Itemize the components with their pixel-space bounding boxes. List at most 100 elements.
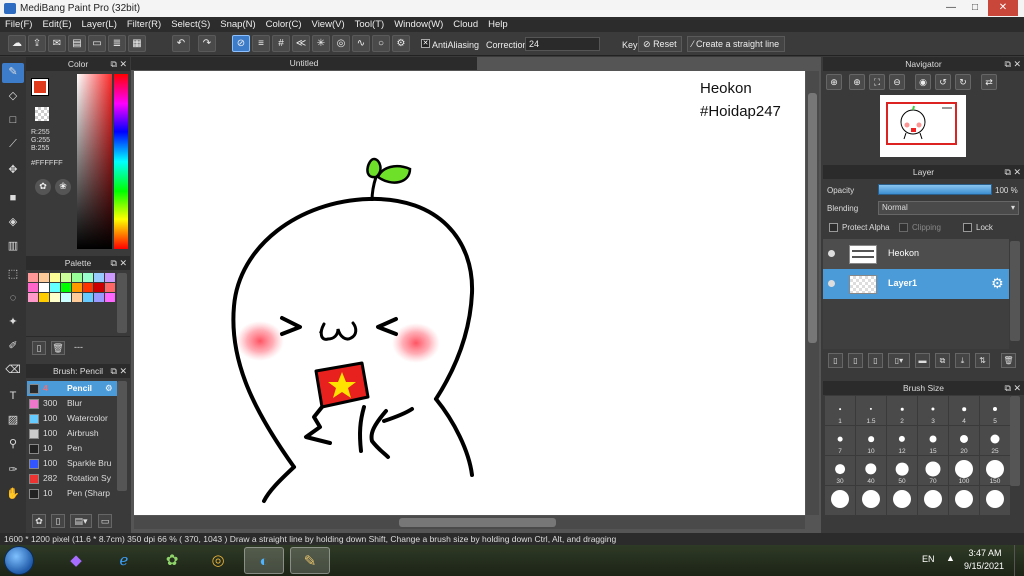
paint-taskbar-icon[interactable]: ✎ bbox=[290, 547, 330, 574]
menu-file[interactable]: File(F) bbox=[0, 17, 37, 32]
dot-tool-icon[interactable]: ⟋ bbox=[2, 135, 24, 155]
palette-swatch[interactable] bbox=[94, 293, 104, 302]
palette-swatch[interactable] bbox=[39, 283, 49, 292]
brush-list-item[interactable]: 300 Blur bbox=[27, 396, 117, 411]
palette-swatch[interactable] bbox=[94, 283, 104, 292]
share-icon[interactable]: ⇪ bbox=[28, 35, 46, 52]
palette-swatch[interactable] bbox=[28, 273, 38, 282]
add-brush-icon[interactable]: ✿ bbox=[32, 514, 46, 528]
transparent-color-swatch[interactable] bbox=[35, 107, 49, 121]
visibility-eye-icon[interactable] bbox=[828, 250, 835, 257]
brush-list-item[interactable]: 282 Rotation Sy bbox=[27, 471, 117, 486]
brush-list-item[interactable]: 100 Airbrush bbox=[27, 426, 117, 441]
concentric-snap-icon[interactable]: ◎ bbox=[332, 35, 350, 52]
new-halftone-layer-icon[interactable]: ▯ bbox=[848, 353, 863, 368]
brush-size-cell[interactable]: 40 bbox=[856, 456, 886, 485]
brush-size-cell[interactable]: 30 bbox=[825, 456, 855, 485]
palette-swatch[interactable] bbox=[61, 293, 71, 302]
brush-page-icon[interactable]: ▯ bbox=[51, 514, 65, 528]
brush-size-cell[interactable] bbox=[949, 486, 979, 515]
brush-list-item[interactable]: 4 Pencil ⚙ bbox=[27, 381, 117, 396]
document-icon[interactable]: ▭ bbox=[88, 35, 106, 52]
chat-icon[interactable]: ▤ bbox=[68, 35, 86, 52]
brush-size-cell[interactable] bbox=[980, 486, 1010, 515]
select-tool-icon[interactable]: ⬚ bbox=[2, 265, 24, 285]
operation-tool-icon[interactable]: ✑ bbox=[2, 461, 24, 481]
start-button-icon[interactable] bbox=[4, 546, 34, 575]
shape-tool-icon[interactable]: □ bbox=[2, 111, 24, 131]
brush-size-cell[interactable]: 5 bbox=[980, 396, 1010, 425]
navigator-thumbnail[interactable] bbox=[880, 95, 966, 157]
palette-swatch[interactable] bbox=[105, 283, 115, 292]
brush-size-cell[interactable]: 2 bbox=[887, 396, 917, 425]
internet-explorer-icon[interactable]: ℯ bbox=[104, 547, 144, 574]
palette-swatch[interactable] bbox=[61, 283, 71, 292]
app-green-icon[interactable]: ✿ bbox=[152, 547, 192, 574]
gradient-tool-icon[interactable]: ▥ bbox=[2, 237, 24, 257]
navigator-view-rect[interactable] bbox=[886, 102, 957, 145]
eyedropper-tool-icon[interactable]: ⚲ bbox=[2, 435, 24, 455]
brush-list-item[interactable]: 10 Pen bbox=[27, 441, 117, 456]
brush-size-cell[interactable]: 12 bbox=[887, 426, 917, 455]
brush-size-cell[interactable] bbox=[918, 486, 948, 515]
close-button[interactable]: ✕ bbox=[988, 0, 1018, 16]
cross-snap-icon[interactable]: # bbox=[272, 35, 290, 52]
move-tool-icon[interactable]: ✥ bbox=[2, 161, 24, 181]
palette-swatch[interactable] bbox=[105, 293, 115, 302]
brush-size-cell[interactable]: 25 bbox=[980, 426, 1010, 455]
tray-time[interactable]: 3:47 AM bbox=[966, 548, 1004, 558]
menu-help[interactable]: Help bbox=[483, 17, 513, 32]
rotate-right-icon[interactable]: ↻ bbox=[955, 74, 971, 90]
zoom-out-icon[interactable]: ⊖ bbox=[889, 74, 905, 90]
palette-swatch[interactable] bbox=[83, 293, 93, 302]
menu-tool[interactable]: Tool(T) bbox=[350, 17, 390, 32]
chrome-icon[interactable]: ◎ bbox=[198, 547, 238, 574]
menu-layer[interactable]: Layer(L) bbox=[77, 17, 122, 32]
maximize-button[interactable]: □ bbox=[964, 0, 986, 16]
palette-swatch[interactable] bbox=[50, 273, 60, 282]
brush-size-cell[interactable]: 10 bbox=[856, 426, 886, 455]
select-pen-tool-icon[interactable]: ✐ bbox=[2, 337, 24, 357]
lock-checkbox[interactable] bbox=[963, 223, 972, 232]
blending-select[interactable]: Normal ▾ bbox=[878, 201, 1019, 215]
new-layer-icon[interactable]: ▯ bbox=[828, 353, 843, 368]
zoom-in-plus-icon[interactable]: ⊕ bbox=[849, 74, 865, 90]
menu-view[interactable]: View(V) bbox=[307, 17, 350, 32]
brush-tool-icon[interactable]: ✎ bbox=[2, 63, 24, 83]
flip-icon[interactable]: ⇄ bbox=[981, 74, 997, 90]
clipping-checkbox[interactable] bbox=[899, 223, 908, 232]
document-tab[interactable]: Untitled bbox=[131, 57, 477, 70]
rotate-left-icon[interactable]: ↺ bbox=[935, 74, 951, 90]
palette-swatch[interactable] bbox=[39, 293, 49, 302]
palette-swatch[interactable] bbox=[83, 283, 93, 292]
layer-add-menu-icon[interactable]: ▯▾ bbox=[888, 353, 910, 368]
palette-swatch[interactable] bbox=[83, 273, 93, 282]
panel-buttons-icon[interactable]: ⧉ ✕ bbox=[111, 256, 127, 270]
drawing-canvas[interactable]: Heokon #Hoidap247 bbox=[134, 71, 805, 515]
palette-swatch[interactable] bbox=[105, 273, 115, 282]
layer-settings-gear-icon[interactable]: ⚙ bbox=[991, 275, 1004, 292]
select-eraser-tool-icon[interactable]: ⌫ bbox=[2, 361, 24, 381]
menu-edit[interactable]: Edit(E) bbox=[37, 17, 76, 32]
palette-swatch[interactable] bbox=[72, 293, 82, 302]
palette-scrollbar[interactable] bbox=[117, 273, 127, 333]
panel-buttons-icon[interactable]: ⧉ ✕ bbox=[111, 364, 127, 378]
brush-size-cell[interactable]: 1.5 bbox=[856, 396, 886, 425]
snap-off-icon[interactable]: ⊘ bbox=[232, 35, 250, 52]
duplicate-layer-icon[interactable]: ⧉ bbox=[935, 353, 950, 368]
new-palette-icon[interactable]: ▯ bbox=[32, 341, 46, 355]
primary-color-swatch[interactable] bbox=[31, 78, 49, 96]
brush-size-cell[interactable]: 1 bbox=[825, 396, 855, 425]
brush-size-cell[interactable] bbox=[856, 486, 886, 515]
reset-button[interactable]: ⊘ Reset bbox=[638, 36, 682, 52]
palette-swatch[interactable] bbox=[39, 273, 49, 282]
palette-swatch[interactable] bbox=[28, 283, 38, 292]
fit-screen-icon[interactable]: ⛶ bbox=[869, 74, 885, 90]
show-desktop-button[interactable] bbox=[1014, 545, 1024, 576]
brush-size-cell[interactable]: 15 bbox=[918, 426, 948, 455]
zoom-in-icon[interactable]: ⊕ bbox=[826, 74, 842, 90]
menu-color[interactable]: Color(C) bbox=[261, 17, 307, 32]
delete-layer-icon[interactable]: 🗑 bbox=[1001, 353, 1016, 368]
brush-size-cell[interactable]: 4 bbox=[949, 396, 979, 425]
grid-icon[interactable]: ▦ bbox=[128, 35, 146, 52]
